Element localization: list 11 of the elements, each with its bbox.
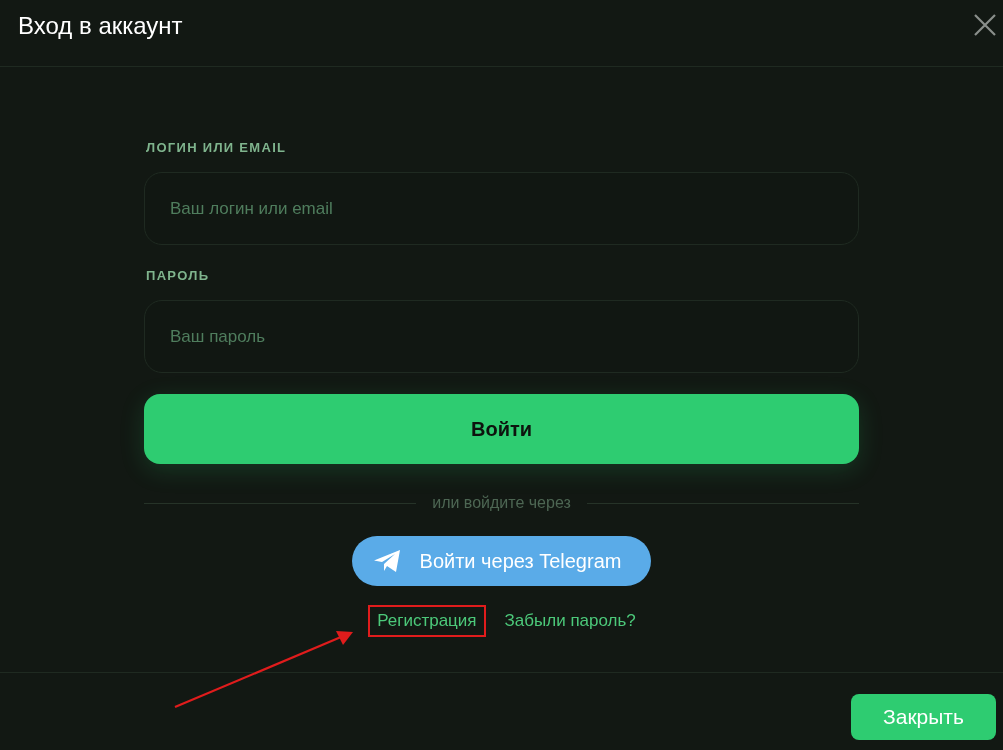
login-button[interactable]: Войти xyxy=(144,394,859,464)
input-field[interactable]: Ваш пароль xyxy=(144,300,859,373)
divider-text: или войдите через xyxy=(432,493,571,513)
input-field[interactable]: Ваш логин или email xyxy=(144,172,859,245)
link[interactable]: Забыли пароль? xyxy=(499,605,641,637)
dialog-title: Вход в аккаунт xyxy=(18,11,183,41)
field-label: ЛОГИН ИЛИ EMAIL xyxy=(146,140,287,156)
field-label: ПАРОЛЬ xyxy=(146,268,210,284)
paper-plane-icon xyxy=(373,550,401,572)
close-icon[interactable] xyxy=(974,14,996,36)
link[interactable]: Регистрация xyxy=(368,605,486,637)
